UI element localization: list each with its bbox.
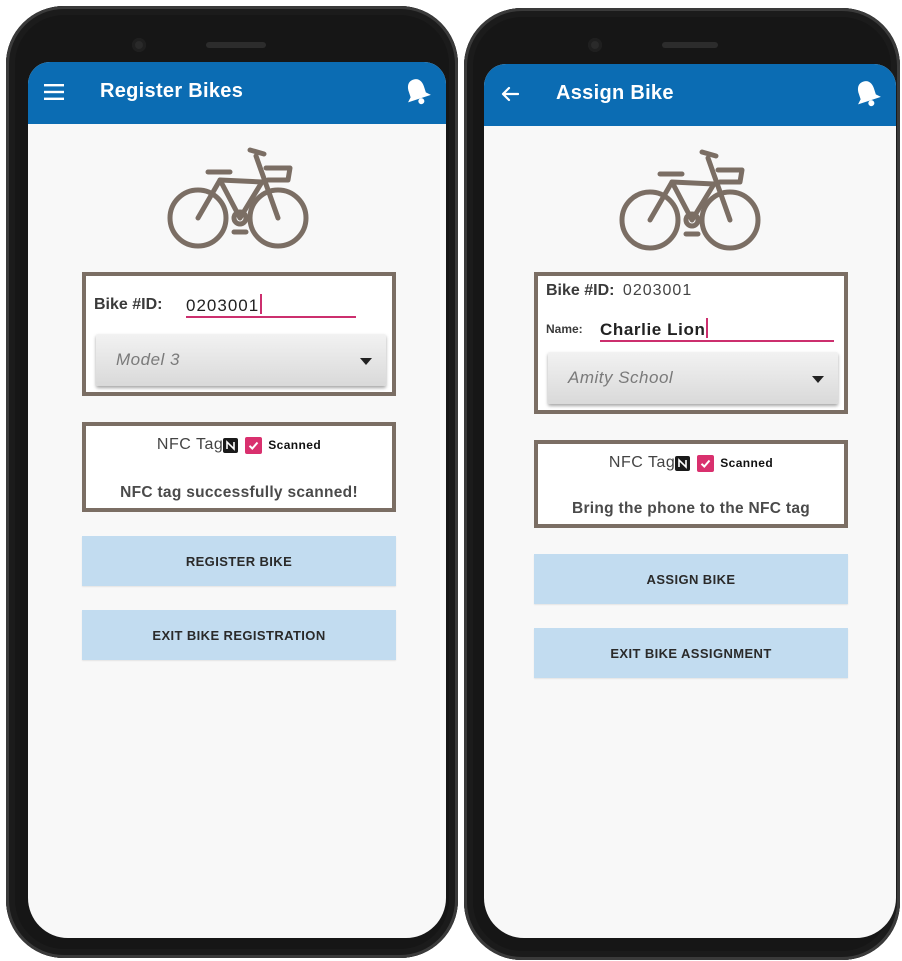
bike-details-box: Bike #ID: 0203001 Model 3	[82, 272, 396, 396]
nfc-tag-label: NFC Tag	[156, 436, 224, 453]
page-title: Assign Bike	[556, 82, 674, 104]
name-label: Name:	[546, 322, 583, 336]
exit-bike-assignment-button[interactable]: EXIT BIKE ASSIGNMENT	[534, 628, 848, 678]
screen-assign-bike: Assign Bike Bike #ID: 0203001 Name: Char…	[484, 64, 896, 938]
scanned-label: Scanned	[720, 456, 774, 470]
dropdown-arrow-icon	[360, 358, 372, 365]
nfc-box: NFC Tag Scanned Bring the phone to the N…	[534, 440, 848, 528]
bike-id-label: Bike #ID:	[94, 296, 163, 313]
notification-bell-icon[interactable]	[402, 76, 432, 106]
menu-icon[interactable]	[42, 80, 66, 104]
text-cursor	[260, 294, 262, 314]
bicycle-icon	[619, 149, 761, 251]
register-bike-button[interactable]: REGISTER BIKE	[82, 536, 396, 586]
dropdown-arrow-icon	[812, 376, 824, 383]
nfc-icon	[223, 437, 239, 453]
earpiece-speaker	[206, 42, 266, 48]
phone-frame-right: Assign Bike Bike #ID: 0203001 Name: Char…	[464, 8, 900, 960]
name-value: Charlie Lion	[600, 320, 706, 339]
nfc-row: NFC Tag Scanned	[86, 436, 392, 454]
bike-id-display: Bike #ID: 0203001	[546, 282, 692, 300]
school-dropdown-value: Amity School	[568, 368, 674, 387]
school-dropdown[interactable]: Amity School	[548, 352, 838, 404]
nfc-tag-label: NFC Tag	[608, 454, 676, 471]
exit-bike-registration-button[interactable]: EXIT BIKE REGISTRATION	[82, 610, 396, 660]
model-dropdown-value: Model 3	[116, 350, 180, 369]
phone-frame-left: Register Bikes Bike #ID: 0203001 Model 3…	[6, 6, 458, 958]
nfc-row: NFC Tag Scanned	[538, 454, 844, 472]
nfc-status-message: Bring the phone to the NFC tag	[571, 500, 811, 517]
assign-bike-button[interactable]: ASSIGN BIKE	[534, 554, 848, 604]
text-cursor	[706, 318, 708, 338]
assignment-details-box: Bike #ID: 0203001 Name: Charlie Lion Ami…	[534, 272, 848, 414]
notification-bell-icon[interactable]	[852, 78, 882, 108]
front-camera	[132, 38, 146, 52]
earpiece-speaker	[662, 42, 718, 48]
app-bar: Register Bikes	[28, 62, 446, 124]
scanned-checkbox[interactable]	[245, 436, 263, 454]
back-arrow-icon[interactable]	[498, 82, 522, 106]
front-camera	[588, 38, 602, 52]
bike-id-label: Bike #ID:	[546, 282, 615, 299]
app-bar: Assign Bike	[484, 64, 896, 126]
name-underline	[600, 340, 834, 342]
model-dropdown[interactable]: Model 3	[96, 334, 386, 386]
nfc-status-message: NFC tag successfully scanned!	[120, 484, 358, 501]
bike-id-input[interactable]: 0203001	[186, 294, 262, 316]
scanned-checkbox[interactable]	[697, 454, 715, 472]
bike-id-underline	[186, 316, 356, 318]
bicycle-icon	[167, 147, 309, 249]
bike-id-value: 0203001	[622, 282, 693, 299]
bike-id-value: 0203001	[186, 296, 260, 315]
name-input[interactable]: Charlie Lion	[600, 318, 708, 340]
page-title: Register Bikes	[100, 80, 244, 102]
nfc-icon	[675, 455, 691, 471]
screen-register-bikes: Register Bikes Bike #ID: 0203001 Model 3…	[28, 62, 446, 938]
scanned-label: Scanned	[268, 438, 322, 452]
nfc-box: NFC Tag Scanned NFC tag successfully sca…	[82, 422, 396, 512]
